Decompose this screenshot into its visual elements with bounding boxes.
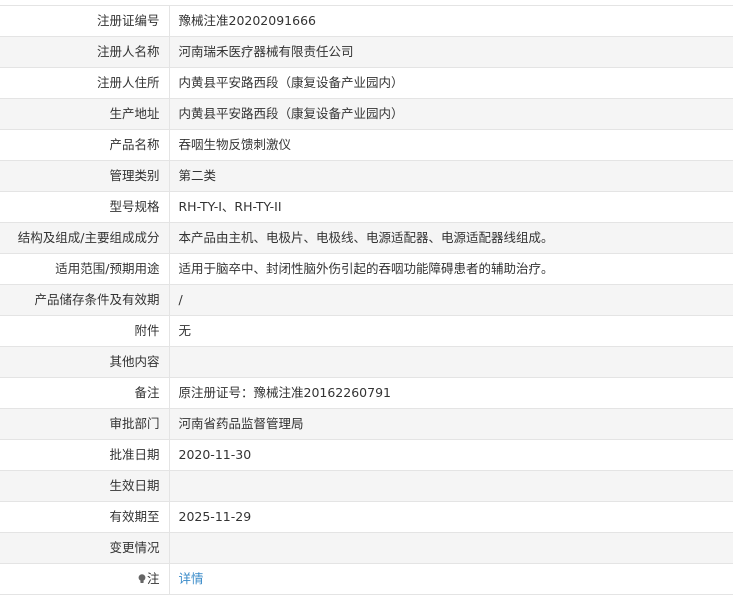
- field-value: 适用于脑卒中、封闭性脑外伤引起的吞咽功能障碍患者的辅助治疗。: [169, 253, 733, 285]
- field-value: 内黄县平安路西段（康复设备产业园内）: [169, 67, 733, 99]
- table-row: 其他内容: [0, 346, 733, 378]
- table-row: 管理类别 第二类: [0, 160, 733, 192]
- table-row: 生产地址 内黄县平安路西段（康复设备产业园内）: [0, 98, 733, 130]
- field-value: [169, 532, 733, 564]
- field-value: [169, 470, 733, 502]
- table-row: 产品储存条件及有效期 /: [0, 284, 733, 316]
- field-value: 第二类: [169, 160, 733, 192]
- field-value: 吞咽生物反馈刺激仪: [169, 129, 733, 161]
- field-label: 变更情况: [0, 532, 170, 564]
- field-label: 有效期至: [0, 501, 170, 533]
- field-label: 产品名称: [0, 129, 170, 161]
- field-label: 管理类别: [0, 160, 170, 192]
- table-row: 注册人住所 内黄县平安路西段（康复设备产业园内）: [0, 67, 733, 99]
- table-row: 注册证编号 豫械注准20202091666: [0, 5, 733, 37]
- table-row: 批准日期 2020-11-30: [0, 439, 733, 471]
- table-row: 注册人名称 河南瑞禾医疗器械有限责任公司: [0, 36, 733, 68]
- field-label: 备注: [0, 377, 170, 409]
- table-row: 变更情况: [0, 532, 733, 564]
- field-label: 产品储存条件及有效期: [0, 284, 170, 316]
- field-label: 生产地址: [0, 98, 170, 130]
- field-label: 结构及组成/主要组成成分: [0, 222, 170, 254]
- field-label: 注册证编号: [0, 5, 170, 37]
- table-row: 备注 原注册证号：豫械注准20162260791: [0, 377, 733, 409]
- field-value: [169, 346, 733, 378]
- table-row: 适用范围/预期用途 适用于脑卒中、封闭性脑外伤引起的吞咽功能障碍患者的辅助治疗。: [0, 253, 733, 285]
- note-row: 注 详情: [0, 563, 733, 595]
- registration-detail-table: 注册证编号 豫械注准20202091666 注册人名称 河南瑞禾医疗器械有限责任…: [0, 5, 733, 595]
- table-row: 结构及组成/主要组成成分 本产品由主机、电极片、电极线、电源适配器、电源适配器线…: [0, 222, 733, 254]
- table-row: 有效期至 2025-11-29: [0, 501, 733, 533]
- field-label: 审批部门: [0, 408, 170, 440]
- field-value: 2025-11-29: [169, 501, 733, 533]
- note-label-cell: 注: [0, 563, 170, 595]
- field-label: 生效日期: [0, 470, 170, 502]
- table-row: 型号规格 RH-TY-I、RH-TY-II: [0, 191, 733, 223]
- note-label: 注: [146, 571, 160, 586]
- table-row: 生效日期: [0, 470, 733, 502]
- field-label: 附件: [0, 315, 170, 347]
- lightbulb-icon: [138, 574, 146, 583]
- field-value: 内黄县平安路西段（康复设备产业园内）: [169, 98, 733, 130]
- table-row: 产品名称 吞咽生物反馈刺激仪: [0, 129, 733, 161]
- field-value: 河南省药品监督管理局: [169, 408, 733, 440]
- field-value: 本产品由主机、电极片、电极线、电源适配器、电源适配器线组成。: [169, 222, 733, 254]
- note-value-cell: 详情: [169, 563, 733, 595]
- field-value: 豫械注准20202091666: [169, 5, 733, 37]
- field-value: /: [169, 284, 733, 316]
- field-value: RH-TY-I、RH-TY-II: [169, 191, 733, 223]
- field-label: 适用范围/预期用途: [0, 253, 170, 285]
- table-row: 附件 无: [0, 315, 733, 347]
- field-value: 2020-11-30: [169, 439, 733, 471]
- field-value: 原注册证号：豫械注准20162260791: [169, 377, 733, 409]
- table-row: 审批部门 河南省药品监督管理局: [0, 408, 733, 440]
- details-link[interactable]: 详情: [179, 571, 204, 586]
- field-label: 型号规格: [0, 191, 170, 223]
- field-value: 无: [169, 315, 733, 347]
- field-value: 河南瑞禾医疗器械有限责任公司: [169, 36, 733, 68]
- field-label: 注册人名称: [0, 36, 170, 68]
- field-label: 注册人住所: [0, 67, 170, 99]
- field-label: 批准日期: [0, 439, 170, 471]
- field-label: 其他内容: [0, 346, 170, 378]
